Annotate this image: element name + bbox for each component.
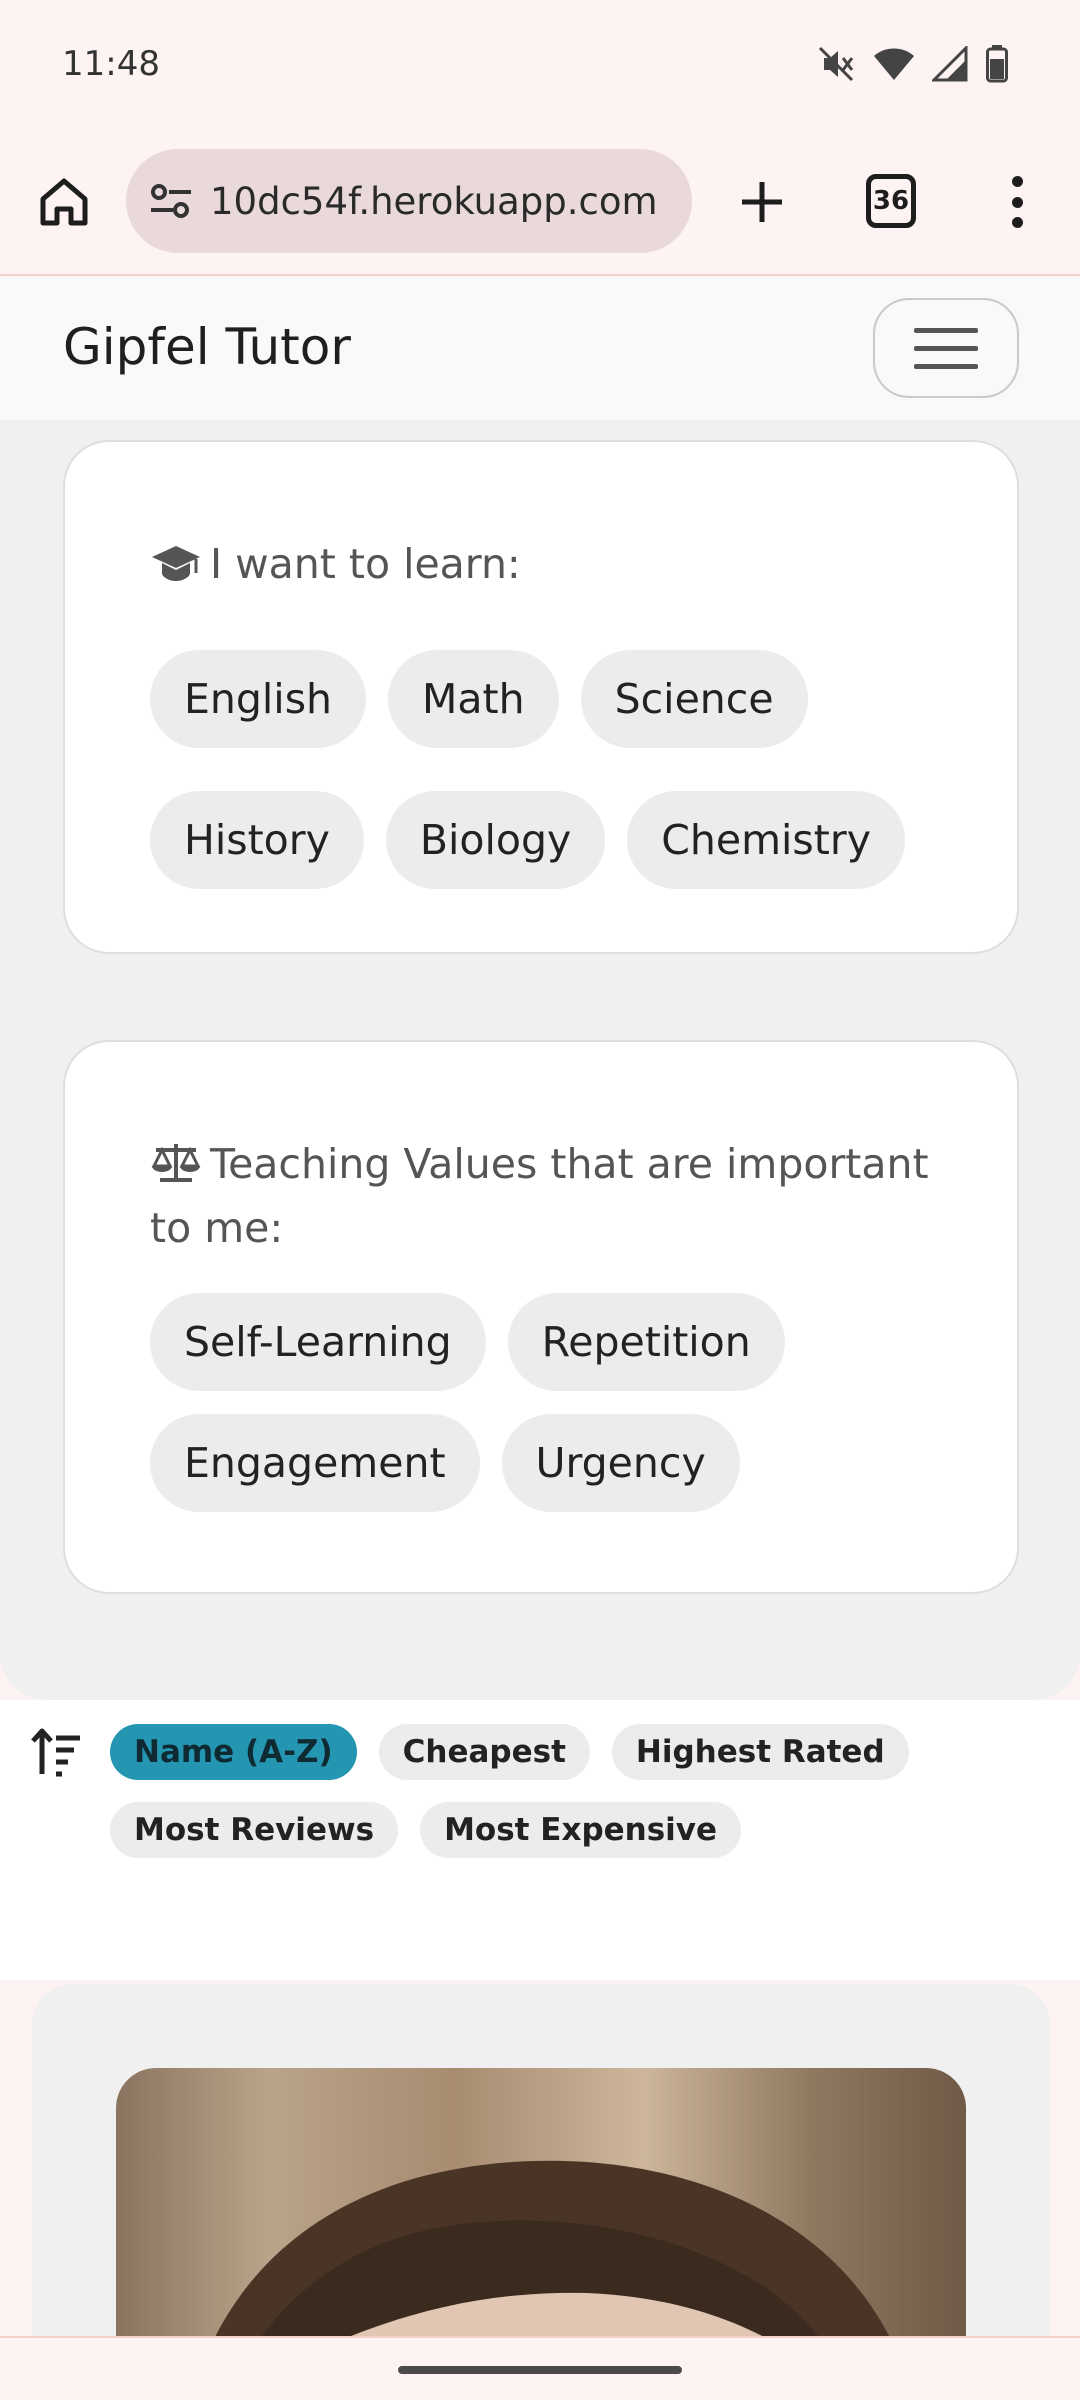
navbar-toggle-button[interactable] <box>873 298 1019 398</box>
subject-pill-english[interactable]: English <box>150 650 367 748</box>
status-icons <box>816 44 1008 84</box>
gesture-handle[interactable] <box>398 2366 682 2374</box>
value-row: Engagement Urgency <box>150 1414 740 1512</box>
sort-row: Most Reviews Most Expensive <box>110 1802 742 1858</box>
mute-icon <box>818 46 854 82</box>
learn-card: I want to learn: English Math Science Hi… <box>63 440 1019 954</box>
subject-row: English Math Science <box>150 650 808 748</box>
wifi-icon <box>874 48 914 80</box>
sort-chip-name-az[interactable]: Name (A-Z) <box>110 1724 357 1780</box>
sort-icon <box>31 1728 80 1777</box>
status-time: 11:48 <box>62 44 160 84</box>
home-icon <box>40 178 88 226</box>
sort-row: Name (A-Z) Cheapest Highest Rated <box>110 1724 909 1780</box>
address-bar[interactable]: 10dc54f.herokuapp.com <box>126 149 692 253</box>
sort-bar: Name (A-Z) Cheapest Highest Rated Most R… <box>0 1700 1080 1980</box>
signal-icon <box>932 46 968 82</box>
tab-switcher-button[interactable]: 36 <box>866 174 916 228</box>
subject-pill-science[interactable]: Science <box>580 650 808 748</box>
value-pill-engagement[interactable]: Engagement <box>150 1414 480 1512</box>
values-card: Teaching Values that are important to me… <box>63 1040 1019 1594</box>
site-navbar: Gipfel Tutor <box>0 278 1080 420</box>
battery-icon <box>986 45 1008 83</box>
learn-card-title: I want to learn: <box>150 532 930 596</box>
subject-pill-chemistry[interactable]: Chemistry <box>627 791 905 889</box>
dot-icon <box>1011 176 1023 187</box>
new-tab-button[interactable] <box>730 170 794 234</box>
sort-chip-highest-rated[interactable]: Highest Rated <box>611 1724 909 1780</box>
subject-pill-math[interactable]: Math <box>388 650 559 748</box>
site-settings-icon[interactable] <box>146 176 196 226</box>
url-text[interactable]: 10dc54f.herokuapp.com <box>210 180 670 223</box>
value-row: Self-Learning Repetition <box>150 1293 785 1391</box>
dot-icon <box>1011 217 1023 228</box>
sort-chip-most-expensive[interactable]: Most Expensive <box>420 1802 742 1858</box>
filter-section: I want to learn: English Math Science Hi… <box>0 420 1080 1700</box>
value-pill-self-learning[interactable]: Self-Learning <box>150 1293 486 1391</box>
navigation-gesture-bar <box>0 2336 1080 2400</box>
more-menu-button[interactable] <box>1000 170 1034 234</box>
graduation-cap-icon <box>152 546 200 581</box>
subject-pill-history[interactable]: History <box>150 791 364 889</box>
value-pill-repetition[interactable]: Repetition <box>507 1293 785 1391</box>
subject-row: History Biology Chemistry <box>150 791 905 889</box>
sort-chip-most-reviews[interactable]: Most Reviews <box>110 1802 399 1858</box>
site-brand[interactable]: Gipfel Tutor <box>63 318 351 376</box>
browser-toolbar: 10dc54f.herokuapp.com 36 <box>0 130 1080 276</box>
values-card-title: Teaching Values that are important to me… <box>150 1140 929 1252</box>
scale-icon <box>151 1144 201 1182</box>
home-button[interactable] <box>34 172 94 232</box>
plus-icon <box>742 182 782 222</box>
sort-chip-cheapest[interactable]: Cheapest <box>378 1724 590 1780</box>
hamburger-icon <box>914 327 978 333</box>
status-bar: 11:48 <box>0 0 1080 130</box>
subject-pill-biology[interactable]: Biology <box>385 791 606 889</box>
dot-icon <box>1011 196 1023 208</box>
value-pill-urgency[interactable]: Urgency <box>501 1414 740 1512</box>
